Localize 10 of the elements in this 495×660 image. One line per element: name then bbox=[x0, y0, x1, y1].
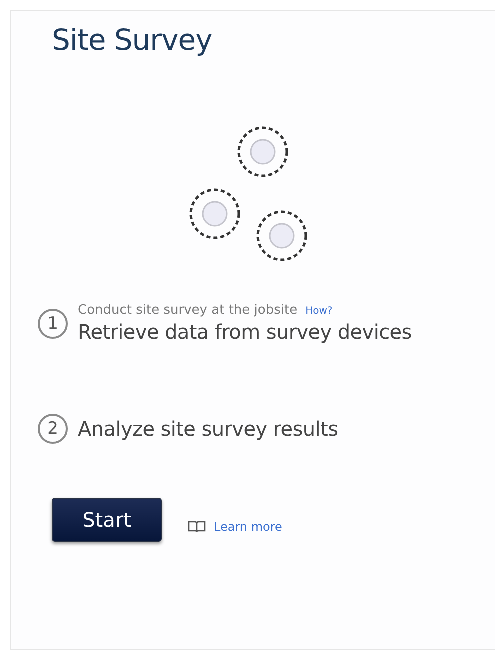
how-link[interactable]: How? bbox=[306, 306, 333, 317]
step-hint: Conduct site survey at the jobsite bbox=[78, 303, 298, 318]
panel-title: Site Survey bbox=[51, 22, 212, 57]
step-label: Retrieve data from survey devices bbox=[78, 320, 412, 344]
step-number: 2 bbox=[38, 414, 68, 444]
step-number: 1 bbox=[38, 308, 68, 338]
book-icon bbox=[188, 521, 206, 533]
learn-more-link[interactable]: Learn more bbox=[188, 520, 282, 534]
step-label: Analyze site survey results bbox=[78, 417, 338, 441]
start-button[interactable]: Start bbox=[52, 498, 162, 542]
